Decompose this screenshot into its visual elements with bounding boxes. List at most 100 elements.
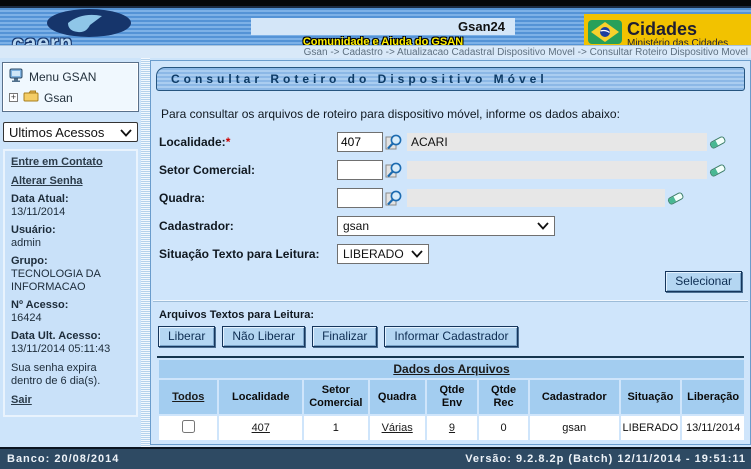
selecionar-row: Selecionar (151, 271, 742, 292)
folder-icon (23, 90, 39, 105)
breadcrumb: Gsan -> Cadastro -> Atualizacao Cadastra… (304, 47, 748, 58)
localidade-name-field: ACARI (407, 133, 707, 151)
computer-icon (9, 68, 24, 86)
setor-name-field (407, 161, 707, 179)
row-select-checkbox[interactable] (182, 420, 195, 433)
session-info-box: Entre em Contato Alterar Senha Data Atua… (3, 149, 138, 417)
localidade-eraser-icon[interactable] (709, 133, 727, 151)
nao-liberar-button[interactable]: Não Liberar (222, 326, 305, 347)
sidebar: Menu GSAN + Gsan Ultimos Acessos Entre e (0, 58, 141, 447)
last-access-value: 13/11/2014 05:11:43 (11, 343, 130, 356)
cadastrador-select[interactable]: gsan (337, 216, 555, 236)
quadra-name-field (407, 189, 665, 207)
main-panel: Consultar Roteiro do Dispositivo Móvel P… (150, 60, 751, 445)
col-todos[interactable]: Todos (172, 391, 204, 403)
tree-item-label[interactable]: Gsan (44, 91, 73, 105)
col-liberacao: Liberação (682, 380, 744, 414)
table-header-row: Todos Localidade Setor Comercial Quadra … (159, 380, 744, 414)
selecionar-button[interactable]: Selecionar (665, 271, 742, 292)
finalizar-button[interactable]: Finalizar (312, 326, 377, 347)
situacao-select[interactable]: LIBERADO (337, 244, 429, 264)
situacao-selected-value: LIBERADO (343, 247, 404, 261)
cidades-title: Cidades (627, 20, 728, 38)
row-liberacao: 13/11/2014 (682, 416, 744, 440)
row-situacao: LIBERADO (621, 416, 681, 440)
row-qtde-env-link[interactable]: 9 (449, 422, 455, 434)
action-buttons-row: Liberar Não Liberar Finalizar Informar C… (158, 326, 750, 347)
footer-bar: Banco: 20/08/2014 Versão: 9.2.8.2p (Batc… (0, 447, 751, 469)
situacao-label: Situação Texto para Leitura: (159, 247, 337, 261)
arquivos-table: Dados dos Arquivos Todos Localidade Seto… (157, 358, 746, 442)
setor-code-input[interactable] (337, 160, 383, 180)
col-cadastrador: Cadastrador (530, 380, 619, 414)
localidade-label: Localidade:* (159, 135, 337, 149)
chevron-down-icon (537, 219, 549, 233)
quadra-code-input[interactable] (337, 188, 383, 208)
informar-cadastrador-button[interactable]: Informar Cadastrador (384, 326, 518, 347)
liberar-button[interactable]: Liberar (158, 326, 215, 347)
col-situacao: Situação (621, 380, 681, 414)
row-quadra-link[interactable]: Várias (382, 422, 413, 434)
chevron-down-icon (411, 247, 423, 261)
menu-gsan-label: Menu GSAN (29, 70, 96, 84)
field-row-cadastrador: Cadastrador: gsan (159, 215, 742, 236)
setor-search-icon[interactable] (385, 161, 403, 179)
menu-gsan-header: Menu GSAN (9, 68, 134, 86)
footer-versao: Versão: 9.2.8.2p (Batch) 12/11/2014 - 19… (465, 453, 746, 465)
logout-link[interactable]: Sair (11, 394, 32, 407)
breadcrumb-bar: Gsan -> Cadastro -> Atualizacao Cadastra… (0, 45, 751, 58)
app-title: Gsan24 (251, 18, 515, 35)
password-expire-note: Sua senha expira dentro de 6 dia(s). (11, 362, 130, 388)
access-count-label: Nº Acesso: (11, 299, 130, 312)
user-value: admin (11, 237, 130, 250)
group-label: Grupo: (11, 255, 130, 268)
localidade-search-icon[interactable] (385, 133, 403, 151)
chevron-down-icon (120, 125, 132, 140)
quadra-label: Quadra: (159, 191, 337, 205)
col-qtde-rec: Qtde Rec (479, 380, 528, 414)
tree-item-gsan[interactable]: + Gsan (9, 90, 134, 105)
page-title: Consultar Roteiro do Dispositivo Móvel (156, 67, 745, 91)
page: caern Gsan24 Comunidade e Ajuda do GSAN … (0, 0, 751, 469)
group-value: TECNOLOGIA DA INFORMACAO (11, 268, 130, 294)
setor-eraser-icon[interactable] (709, 161, 727, 179)
cadastrador-label: Cadastrador: (159, 219, 337, 233)
recent-access-select[interactable]: Ultimos Acessos (3, 122, 138, 142)
table-row: 407 1 Várias 9 0 gsan LIBERADO 13/11/201… (159, 416, 744, 440)
section-separator (153, 300, 748, 302)
field-row-localidade: Localidade:* ACARI (159, 131, 742, 152)
row-setor-comercial: 1 (304, 416, 368, 440)
header-banner: caern Gsan24 Comunidade e Ajuda do GSAN … (0, 6, 751, 45)
localidade-code-input[interactable] (337, 132, 383, 152)
table-title: Dados dos Arquivos (159, 360, 744, 378)
arquivos-section-label: Arquivos Textos para Leitura: (159, 309, 750, 321)
tree-expander-icon[interactable]: + (9, 93, 18, 102)
quadra-eraser-icon[interactable] (667, 189, 685, 207)
col-qtde-env: Qtde Env (427, 380, 478, 414)
required-asterisk: * (226, 135, 231, 149)
setor-label: Setor Comercial: (159, 163, 337, 177)
footer-banco: Banco: 20/08/2014 (7, 453, 119, 465)
menu-gsan-box: Menu GSAN + Gsan (2, 62, 139, 112)
recent-access-value: Ultimos Acessos (9, 125, 104, 140)
access-count-value: 16424 (11, 312, 130, 325)
col-quadra: Quadra (370, 380, 425, 414)
intro-text: Para consultar os arquivos de roteiro pa… (161, 107, 740, 121)
row-cadastrador: gsan (530, 416, 619, 440)
cadastrador-selected-value: gsan (343, 219, 369, 233)
change-password-link[interactable]: Alterar Senha (11, 175, 83, 188)
last-access-label: Data Ult. Acesso: (11, 330, 130, 343)
row-localidade-link[interactable]: 407 (252, 422, 270, 434)
current-date-label: Data Atual: (11, 193, 130, 206)
field-row-setor: Setor Comercial: (159, 159, 742, 180)
sidebar-main-gutter (141, 58, 150, 447)
col-localidade: Localidade (219, 380, 302, 414)
current-date-value: 13/11/2014 (11, 206, 130, 219)
row-qtde-rec: 0 (479, 416, 528, 440)
field-row-situacao: Situação Texto para Leitura: LIBERADO (159, 243, 742, 264)
col-setor-comercial: Setor Comercial (304, 380, 368, 414)
field-row-quadra: Quadra: (159, 187, 742, 208)
contact-link[interactable]: Entre em Contato (11, 156, 103, 169)
quadra-search-icon[interactable] (385, 189, 403, 207)
user-label: Usuário: (11, 224, 130, 237)
